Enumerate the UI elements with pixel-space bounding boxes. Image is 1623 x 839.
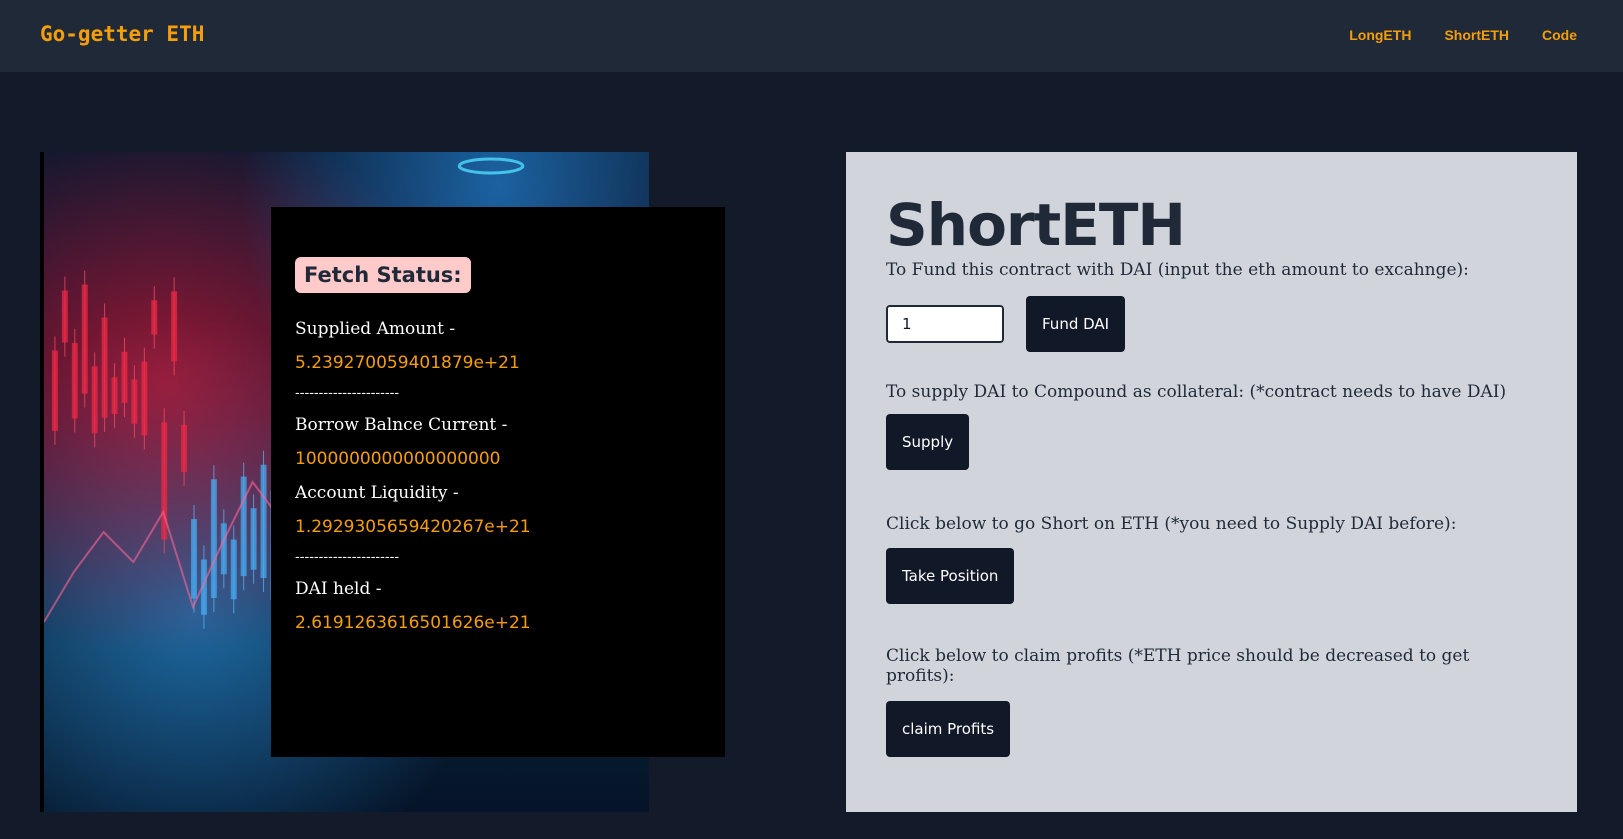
candle-body — [81, 284, 88, 394]
eth-amount-input[interactable] — [886, 305, 1004, 343]
fund-instruction: To Fund this contract with DAI (input th… — [886, 260, 1469, 280]
short-eth-panel: ShortETH To Fund this contract with DAI … — [846, 152, 1577, 812]
dai-held-label: DAI held - — [295, 579, 382, 599]
candle-body — [220, 523, 227, 575]
candle-body — [191, 519, 197, 599]
candle-body — [91, 366, 98, 434]
candle-body — [121, 351, 128, 403]
supply-button[interactable]: Supply — [886, 414, 970, 470]
status-card: Fetch Status: Supplied Amount - 5.239270… — [271, 207, 725, 757]
borrow-balance-value: 1000000000000000000 — [295, 449, 501, 469]
status-title: Fetch Status: — [295, 257, 471, 293]
claim-profits-button[interactable]: claim Profits — [886, 701, 1011, 757]
candle-body — [260, 464, 267, 579]
candle-body — [101, 317, 108, 418]
borrow-balance-label: Borrow Balnce Current - — [295, 415, 508, 435]
divider: ---------------------- — [295, 549, 400, 565]
account-liquidity-label: Account Liquidity - — [295, 483, 459, 503]
candle-body — [141, 361, 148, 436]
supplied-amount-label: Supplied Amount - — [295, 319, 456, 339]
candle-body — [51, 350, 58, 431]
position-instruction: Click below to go Short on ETH (*you nee… — [886, 514, 1457, 534]
supply-instruction: To supply DAI to Compound as collateral:… — [886, 382, 1507, 402]
nav-link-longeth[interactable]: LongETH — [1349, 27, 1411, 43]
candle-body — [210, 479, 217, 598]
candle-body — [250, 508, 257, 570]
claim-instruction: Click below to claim profits (*ETH price… — [886, 646, 1470, 686]
nav-links: LongETH ShortETH Code — [1349, 27, 1577, 43]
account-liquidity-value: 1.2929305659420267e+21 — [295, 517, 531, 537]
candle-body — [230, 539, 237, 600]
supplied-amount-value: 5.239270059401879e+21 — [295, 353, 520, 373]
take-position-button[interactable]: Take Position — [886, 548, 1015, 604]
candle-body — [71, 342, 78, 419]
candle-body — [181, 424, 188, 472]
nav-link-code[interactable]: Code — [1542, 27, 1577, 43]
fund-dai-button[interactable]: Fund DAI — [1026, 296, 1126, 352]
candle-body — [61, 290, 68, 343]
dai-held-value: 2.6191263616501626e+21 — [295, 613, 531, 633]
candle-body — [171, 291, 178, 362]
candle-body — [151, 300, 158, 335]
divider: ---------------------- — [295, 385, 400, 401]
candle-body — [240, 476, 247, 577]
candle-body — [131, 379, 138, 424]
brand-logo[interactable]: Go-getter ETH — [40, 22, 204, 46]
page-title: ShortETH — [886, 191, 1186, 259]
navbar: Go-getter ETH LongETH ShortETH Code — [0, 0, 1623, 72]
glow-ring — [457, 157, 525, 175]
nav-link-shorteth[interactable]: ShortETH — [1444, 27, 1509, 43]
candle-body — [111, 377, 118, 415]
